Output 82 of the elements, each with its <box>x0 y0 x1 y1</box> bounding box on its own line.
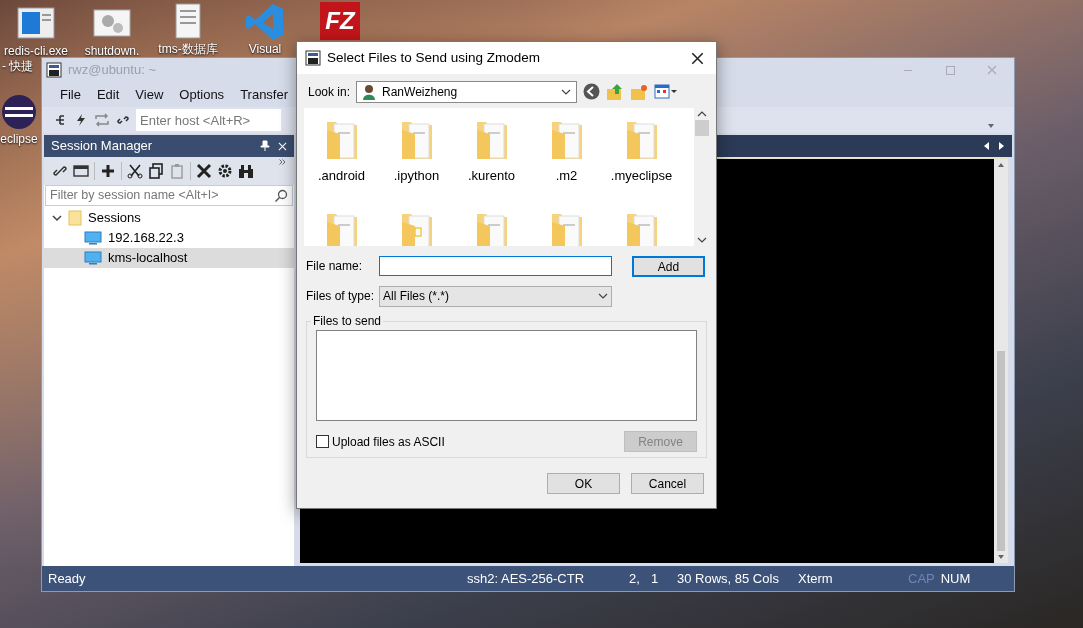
file-name-input[interactable] <box>379 256 612 276</box>
folder-name[interactable]: .android <box>318 166 365 186</box>
menu-item[interactable]: View <box>135 84 164 105</box>
status-text: 30 Rows, 85 Cols <box>677 569 780 588</box>
scroll-up-icon[interactable] <box>696 111 707 117</box>
icon-label: - 快捷 <box>1 59 34 74</box>
cut-icon[interactable] <box>127 163 143 179</box>
folder-icon <box>68 210 82 226</box>
dialog-title: Select Files to Send using Zmodem <box>327 48 542 67</box>
plus-icon[interactable] <box>100 163 116 179</box>
folder-name[interactable]: .m2 <box>555 166 578 186</box>
status-text: 1 <box>651 569 660 588</box>
icon-label: tms-数据库 <box>158 42 218 57</box>
scroll-down-icon[interactable] <box>696 237 707 243</box>
chevron-down-icon[interactable] <box>52 213 62 223</box>
group-title: Files to send <box>312 313 383 330</box>
binoculars-icon[interactable] <box>238 163 254 179</box>
folder-name[interactable]: .myeclipse <box>610 166 673 186</box>
status-text: Xterm <box>798 569 834 588</box>
status-text: ssh2: AES-256-CTR <box>467 569 586 588</box>
icon-label: shutdown. <box>84 44 140 59</box>
session-row[interactable]: kms-localhost <box>44 248 294 268</box>
tree-item[interactable]: Sessions <box>88 208 141 228</box>
pin-icon[interactable] <box>260 140 270 152</box>
status-text: Ready <box>48 569 87 588</box>
status-indicator: CAP <box>908 569 935 588</box>
overflow-chevron-icon[interactable] <box>279 159 286 165</box>
window-title: rwz@ubuntu: ~ <box>68 61 156 80</box>
status-indicator: NUM <box>940 569 971 588</box>
checkbox-label: Upload files as ASCII <box>332 433 446 451</box>
refresh-icon[interactable] <box>94 113 110 127</box>
link-icon[interactable] <box>116 113 130 127</box>
scroll-left-icon[interactable] <box>984 142 989 150</box>
ascii-checkbox[interactable] <box>316 435 329 448</box>
menu-item[interactable]: Transfer <box>240 84 289 105</box>
window-icon[interactable] <box>73 164 89 178</box>
session-name: kms-localhost <box>108 249 188 268</box>
folder-name[interactable]: .ipython <box>393 166 440 186</box>
host-field[interactable]: Enter host <Alt+R> <box>136 109 281 131</box>
scroll-right-icon[interactable] <box>999 142 1004 150</box>
close-icon[interactable] <box>691 51 704 65</box>
filezilla-logo[interactable]: FZ <box>320 2 360 40</box>
back-icon[interactable] <box>583 83 601 100</box>
dropdown-chevron-icon[interactable] <box>598 293 608 299</box>
menu-item[interactable]: Options <box>179 84 225 105</box>
status-text: 2, <box>629 569 641 588</box>
eclipse-icon[interactable] <box>0 92 39 132</box>
view-menu-icon[interactable] <box>654 83 679 100</box>
field-label: Files of type: <box>306 288 376 305</box>
icon-label: redis-cli.exe <box>4 44 68 59</box>
new-folder-icon[interactable] <box>630 82 649 101</box>
file-type-dropdown[interactable]: All Files (*.*) <box>379 285 612 307</box>
field-label: Look in: <box>308 83 351 101</box>
scrollbar-thumb[interactable] <box>694 120 709 136</box>
folder-name[interactable]: .kurento <box>468 166 515 186</box>
menu-item[interactable]: File <box>60 84 81 105</box>
session-name: 192.168.22.3 <box>108 229 184 248</box>
settings-icon[interactable] <box>217 163 233 179</box>
icon-label: eclipse <box>0 132 38 147</box>
lightning-icon[interactable] <box>74 113 88 127</box>
icon-label: Visual <box>248 42 282 57</box>
delete-icon[interactable] <box>196 163 212 179</box>
terminal-app-icon <box>46 62 62 78</box>
dialog-button[interactable]: Cancel <box>631 473 704 494</box>
search-icon[interactable] <box>274 188 288 203</box>
scrollbar-thumb[interactable] <box>997 351 1005 551</box>
field-label: File name: <box>306 258 364 275</box>
copy-icon[interactable] <box>148 163 164 179</box>
link-icon[interactable] <box>52 163 68 179</box>
dialog-app-icon <box>305 50 321 66</box>
up-folder-icon[interactable] <box>606 82 625 101</box>
filter-field[interactable]: Filter by session name <Alt+I> <box>45 185 293 206</box>
dropdown-chevron-icon[interactable] <box>561 88 572 95</box>
session-row[interactable]: 192.168.22.3 <box>44 228 294 248</box>
add-button[interactable]: Add <box>632 255 705 277</box>
panel-title: Session Manager <box>51 137 154 156</box>
look-in-dropdown[interactable]: RanWeizheng <box>356 80 578 103</box>
dialog-button[interactable]: OK <box>547 473 620 494</box>
menu-item[interactable]: Edit <box>96 84 120 105</box>
monitor-icon <box>84 251 102 265</box>
user-icon <box>362 83 377 100</box>
monitor-icon <box>84 231 102 245</box>
